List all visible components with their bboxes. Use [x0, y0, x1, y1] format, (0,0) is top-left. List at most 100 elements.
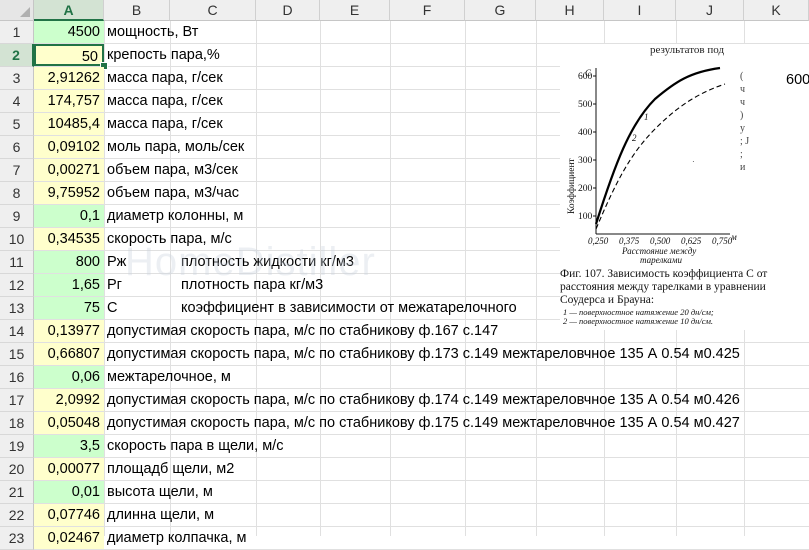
cell-a21[interactable]: 0,01	[34, 481, 104, 503]
cell-a18[interactable]: 0,05048	[34, 412, 104, 434]
column-header-c[interactable]: C	[170, 0, 256, 21]
cell-c13[interactable]: коэффициент в зависимости от межатарелоч…	[178, 297, 517, 319]
column-header-f[interactable]: F	[390, 0, 465, 21]
chart-y-label: Коэффициент	[566, 157, 577, 214]
column-header-b[interactable]: B	[104, 0, 170, 21]
cell-b23[interactable]: диаметр колпачка, м	[104, 527, 247, 549]
row-header-15[interactable]: 15	[0, 343, 34, 366]
row-header-17[interactable]: 17	[0, 389, 34, 412]
cell-a22[interactable]: 0,07746	[34, 504, 104, 526]
row-header-2[interactable]: 2	[0, 44, 34, 67]
curve-1-label: 1	[644, 112, 649, 122]
cell-a8[interactable]: 9,75952	[34, 182, 104, 204]
cell-b15[interactable]: допустимая скорость пара, м/с по стабник…	[104, 343, 740, 365]
picture-notes: 1 — поверхностное натяжение 20 дн/см; 2 …	[563, 308, 714, 326]
column-header-g[interactable]: G	[465, 0, 536, 21]
column-header-i[interactable]: I	[604, 0, 676, 21]
embedded-chart-image[interactable]: результатов под C Коэффициент 600 500 400 3…	[560, 44, 809, 330]
cell-b21[interactable]: высота щели, м	[104, 481, 213, 503]
row-header-11[interactable]: 11	[0, 251, 34, 274]
cell-a7[interactable]: 0,00271	[34, 159, 104, 181]
cell-b7[interactable]: объем пара, м3/сек	[104, 159, 238, 181]
cell-a11[interactable]: 800	[34, 251, 104, 273]
cell-b14[interactable]: допустимая скорость пара, м/с по стабник…	[104, 320, 498, 342]
row-header-12[interactable]: 12	[0, 274, 34, 297]
cell-a9[interactable]: 0,1	[34, 205, 104, 227]
column-header-e[interactable]: E	[320, 0, 390, 21]
picture-right-marks: ( ч ч ) у ; J ; и	[740, 71, 750, 173]
chart-y-tick: 100	[578, 212, 593, 222]
cell-a2[interactable]: 50	[34, 44, 104, 66]
row-header-8[interactable]: 8	[0, 182, 34, 205]
row-header-5[interactable]: 5	[0, 113, 34, 136]
cell-b2[interactable]: крепость пара,%	[104, 44, 220, 66]
cell-a6[interactable]: 0,09102	[34, 136, 104, 158]
column-header-a[interactable]: A	[34, 0, 104, 21]
row-header-21[interactable]: 21	[0, 481, 34, 504]
row-header-4[interactable]: 4	[0, 90, 34, 113]
cell-a13[interactable]: 75	[34, 297, 104, 319]
cell-b4[interactable]: масса пара, г/сек	[104, 90, 223, 112]
cell-a23[interactable]: 0,02467	[34, 527, 104, 549]
column-header-k[interactable]: K	[744, 0, 809, 21]
row-header-14[interactable]: 14	[0, 320, 34, 343]
chart-y-tick: 400	[578, 128, 593, 138]
cell-a16[interactable]: 0,06	[34, 366, 104, 388]
cell-a10[interactable]: 0,34535	[34, 228, 104, 250]
row-header-10[interactable]: 10	[0, 228, 34, 251]
cell-b20[interactable]: площадб щели, м2	[104, 458, 234, 480]
cell-b3[interactable]: масса пара, г/сек	[104, 67, 223, 89]
row-header-23[interactable]: 23	[0, 527, 34, 550]
cell-b16[interactable]: межтарелочное, м	[104, 366, 231, 388]
picture-note-2: 2 — поверхностное натяжение 10 дн/см.	[563, 316, 714, 326]
cell-b5[interactable]: масса пара, г/сек	[104, 113, 223, 135]
column-header-j[interactable]: J	[676, 0, 744, 21]
cell-a5[interactable]: 10485,4	[34, 113, 104, 135]
cell-b10[interactable]: скорость пара, м/с	[104, 228, 232, 250]
cell-b19[interactable]: скорость пара в щели, м/с	[104, 435, 283, 457]
cell-b22[interactable]: длинна щели, м	[104, 504, 214, 526]
chart-x-tick: 0,500	[650, 236, 671, 246]
cell-b12[interactable]: Рг	[104, 274, 122, 296]
cell-b6[interactable]: моль пара, моль/сек	[104, 136, 244, 158]
column-header-h[interactable]: H	[536, 0, 604, 21]
cell-k3[interactable]: 600	[786, 69, 809, 91]
cell-b11[interactable]: Рж	[104, 251, 126, 273]
cell-a15[interactable]: 0,66807	[34, 343, 104, 365]
cell-a20[interactable]: 0,00077	[34, 458, 104, 480]
cell-b9[interactable]: диаметр колонны, м	[104, 205, 243, 227]
cell-a19[interactable]: 3,5	[34, 435, 104, 457]
cell-b1[interactable]: мощность, Вт	[104, 21, 198, 43]
row-header-16[interactable]: 16	[0, 366, 34, 389]
curve-2	[595, 83, 726, 230]
spreadsheet: ABCDEFGHIJK 1 4500 мощность, Вт 2 50 крепость…	[0, 0, 809, 550]
row-header-19[interactable]: 19	[0, 435, 34, 458]
cell-c11[interactable]: плотность жидкости кг/м3	[178, 251, 354, 273]
curve-1	[594, 66, 721, 225]
cell-a1[interactable]: 4500	[34, 21, 104, 43]
row-header-13[interactable]: 13	[0, 297, 34, 320]
row-header-3[interactable]: 3	[0, 67, 34, 90]
cell-a17[interactable]: 2,0992	[34, 389, 104, 411]
cell-b18[interactable]: допустимая скорость пара, м/с по стабник…	[104, 412, 740, 434]
chart-x-unit: м	[730, 232, 737, 242]
row-header-7[interactable]: 7	[0, 159, 34, 182]
chart-y-tick: 500	[578, 100, 593, 110]
cell-a4[interactable]: 174,757	[34, 90, 104, 112]
cell-a3[interactable]: 2,91262	[34, 67, 104, 89]
cell-a14[interactable]: 0,13977	[34, 320, 104, 342]
row-header-20[interactable]: 20	[0, 458, 34, 481]
select-all-corner[interactable]	[0, 0, 34, 21]
cell-b8[interactable]: объем пара, м3/час	[104, 182, 239, 204]
row-header-1[interactable]: 1	[0, 21, 34, 44]
row-header-9[interactable]: 9	[0, 205, 34, 228]
row-header-6[interactable]: 6	[0, 136, 34, 159]
cell-c12[interactable]: плотность пара кг/м3	[178, 274, 323, 296]
cell-b17[interactable]: допустимая скорость пара, м/с по стабник…	[104, 389, 740, 411]
row-header-22[interactable]: 22	[0, 504, 34, 527]
row-header-18[interactable]: 18	[0, 412, 34, 435]
chart-y-tick: 200	[578, 184, 593, 194]
column-header-d[interactable]: D	[256, 0, 320, 21]
cell-a12[interactable]: 1,65	[34, 274, 104, 296]
cell-b13[interactable]: С	[104, 297, 117, 319]
